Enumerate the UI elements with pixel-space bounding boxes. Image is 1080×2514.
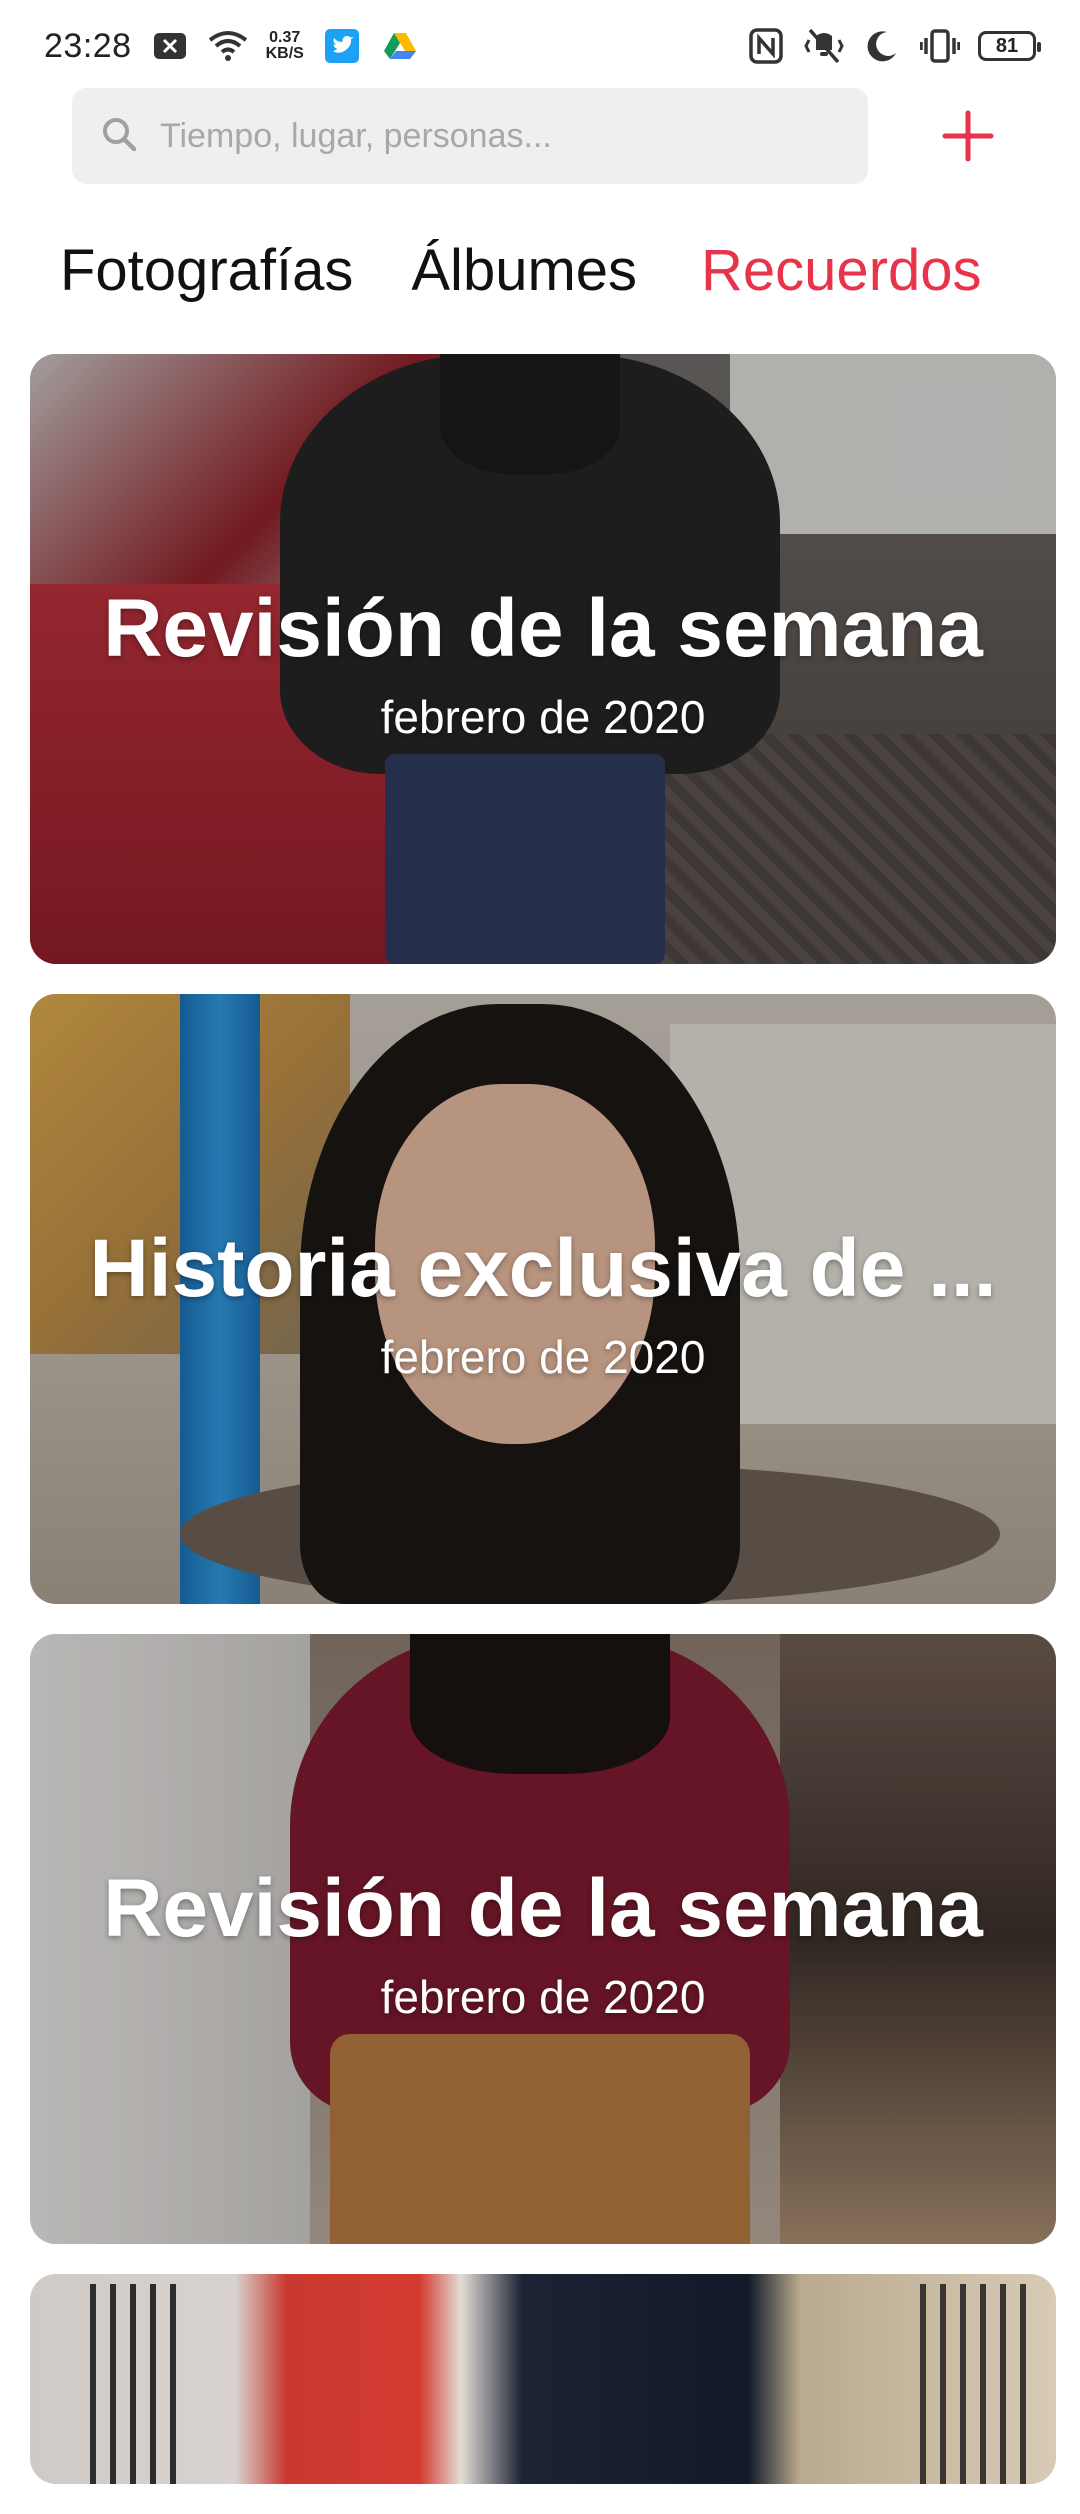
- memory-card-date: febrero de 2020: [380, 691, 706, 743]
- memory-card-title: Revisión de la semana: [103, 1863, 983, 1954]
- memory-card-title: Revisión de la semana: [103, 583, 983, 674]
- memory-card-date: febrero de 2020: [380, 1971, 706, 2023]
- status-time: 23:28: [44, 26, 132, 65]
- add-button[interactable]: [938, 106, 998, 166]
- tab-bar: Fotografías Álbumes Recuerdos: [60, 230, 1040, 310]
- tab-fotografias[interactable]: Fotografías: [60, 237, 353, 304]
- memory-card[interactable]: Revisión de la semana febrero de 2020: [30, 1634, 1056, 2244]
- memories-list: Revisión de la semana febrero de 2020 Hi…: [30, 354, 1056, 2514]
- twitter-icon: [322, 26, 362, 66]
- network-speed-value: 0.37: [269, 29, 301, 46]
- search-icon: [100, 115, 138, 158]
- nfc-icon: [746, 26, 786, 66]
- search-input[interactable]: [158, 115, 822, 157]
- search-row: [72, 88, 1008, 184]
- network-speed: 0.37 KB/S: [266, 30, 304, 62]
- memory-card[interactable]: [30, 2274, 1056, 2484]
- memory-card-date: febrero de 2020: [380, 1331, 706, 1383]
- status-bar-left: 23:28 0.37 KB/S: [44, 26, 420, 66]
- status-bar: 23:28 0.37 KB/S 81: [0, 0, 1080, 92]
- vibrate-icon: [920, 26, 960, 66]
- battery-icon: 81: [978, 31, 1041, 61]
- memory-card-title: Historia exclusiva de ...: [89, 1223, 997, 1314]
- wifi-icon: [208, 26, 248, 66]
- notification-close-icon: [150, 26, 190, 66]
- tab-albumes[interactable]: Álbumes: [411, 237, 637, 304]
- vibrate-off-icon: [804, 26, 844, 66]
- search-box[interactable]: [72, 88, 868, 184]
- memory-card[interactable]: Historia exclusiva de ... febrero de 202…: [30, 994, 1056, 1604]
- google-drive-icon: [380, 26, 420, 66]
- memory-card[interactable]: Revisión de la semana febrero de 2020: [30, 354, 1056, 964]
- plus-icon: [942, 110, 994, 162]
- tab-recuerdos[interactable]: Recuerdos: [701, 237, 981, 304]
- network-speed-unit: KB/S: [265, 45, 304, 62]
- memory-card-photo: [30, 2274, 1056, 2484]
- do-not-disturb-moon-icon: [862, 26, 902, 66]
- status-bar-right: 81: [746, 26, 1041, 66]
